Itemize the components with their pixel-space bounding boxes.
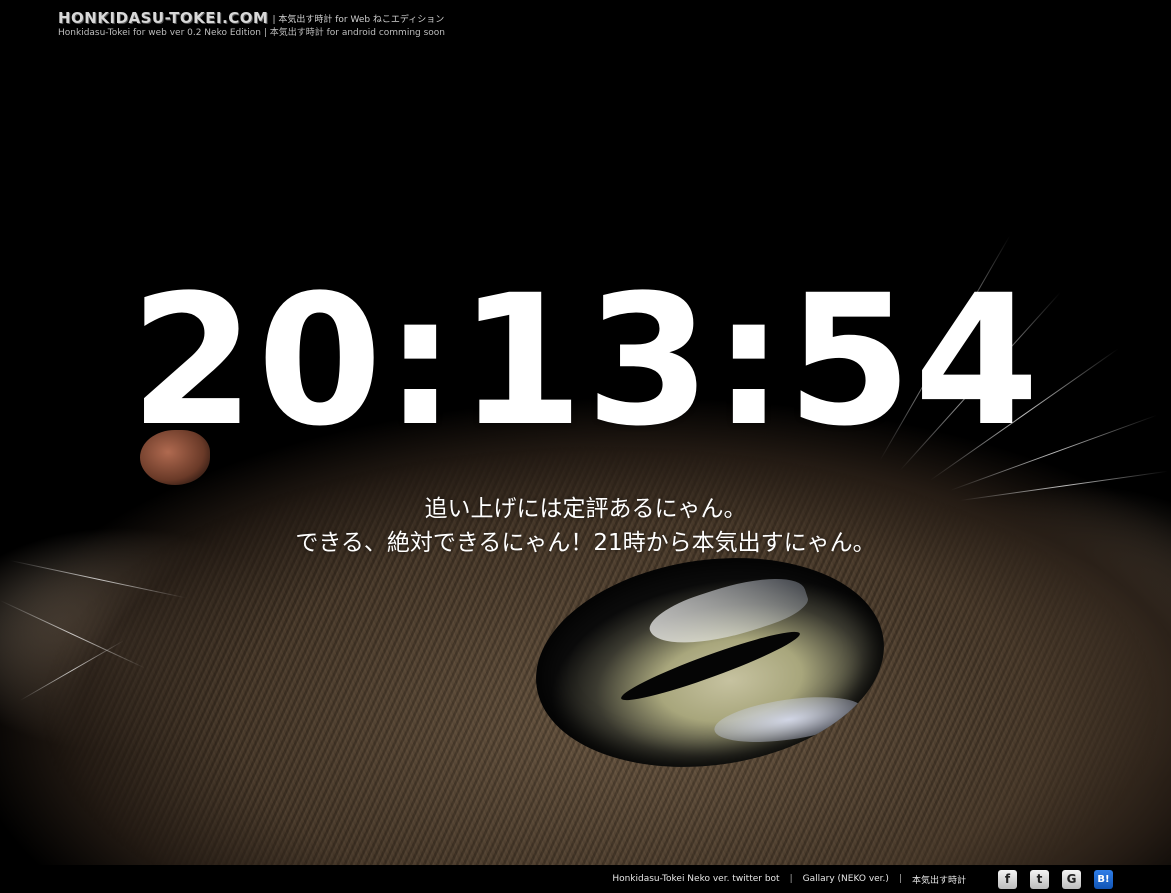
site-logo[interactable]: HONKIDASU-TOKEI.COM [58,10,268,26]
hatena-bookmark-icon[interactable]: B! [1094,869,1113,889]
eye-reflection [644,563,812,661]
header-version-info: Honkidasu-Tokei for web ver 0.2 Neko Edi… [58,28,446,38]
honkidasu-tokei-link[interactable]: 本気出す時計 [912,873,966,886]
clock-time: 20:13:54 [129,257,1042,466]
facebook-icon[interactable]: f [998,869,1017,889]
message-line1: 追い上げには定評あるにゃん。 [424,496,747,522]
message-line2: できる、絶対できるにゃん！21時から本気出すにゃん。 [295,530,876,556]
twitter-icon[interactable]: t [1030,869,1049,889]
header-line1: HONKIDASU-TOKEI.COM | 本気出す時計 for Web ねこエ… [58,8,445,26]
clock-page: HONKIDASU-TOKEI.COM | 本気出す時計 for Web ねこエ… [0,0,1171,893]
twitter-bot-link[interactable]: Honkidasu-Tokei Neko ver. twitter bot [612,874,779,884]
footer-separator: | [789,874,793,884]
clock-message: 追い上げには定評あるにゃん。 できる、絶対できるにゃん！21時から本気出すにゃん… [0,492,1171,560]
gallery-link[interactable]: Gallary (NEKO ver.) [803,874,889,884]
site-header: HONKIDASU-TOKEI.COM | 本気出す時計 for Web ねこエ… [58,8,445,39]
footer-separator: | [898,874,902,884]
google-icon[interactable]: G [1062,869,1081,889]
header-subtitle: | 本気出す時計 for Web ねこエディション [272,15,445,25]
site-footer: Honkidasu-Tokei Neko ver. twitter bot | … [0,865,1171,893]
